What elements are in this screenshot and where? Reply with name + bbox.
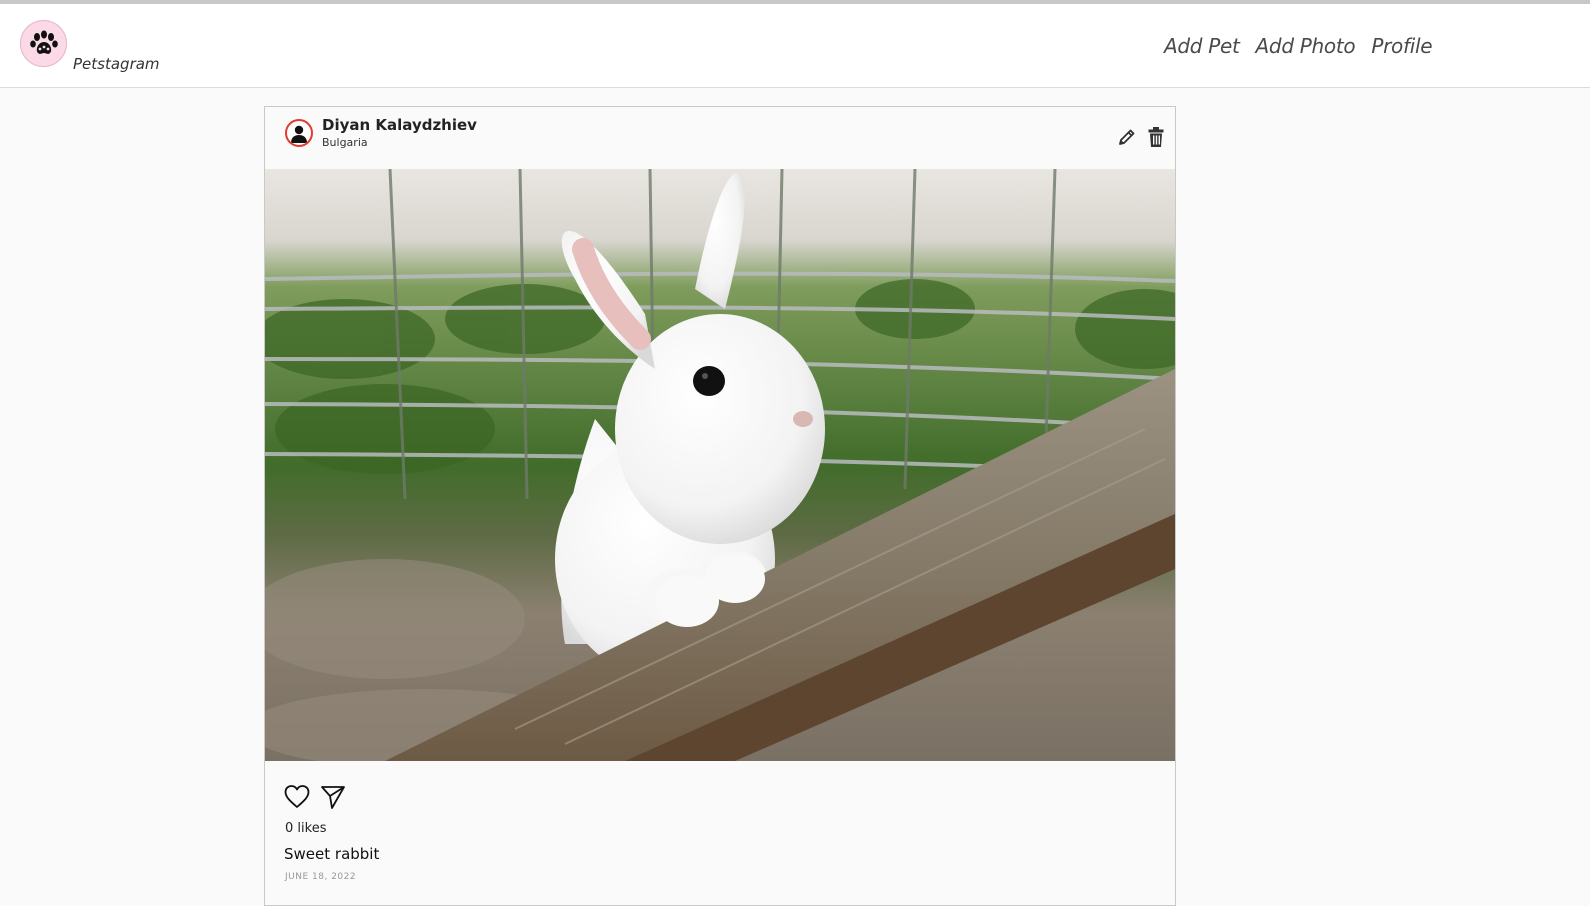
post-caption: Sweet rabbit	[284, 845, 380, 863]
nav-profile[interactable]: Profile	[1371, 34, 1432, 58]
post-location: Bulgaria	[322, 136, 368, 149]
post-username[interactable]: Diyan Kalaydzhiev	[322, 116, 477, 134]
post-photo[interactable]	[265, 169, 1175, 761]
post-actions	[284, 784, 346, 810]
logo[interactable]	[20, 20, 67, 67]
rabbit-photo	[265, 169, 1175, 761]
nav-add-pet[interactable]: Add Pet	[1164, 34, 1240, 58]
avatar[interactable]	[285, 119, 313, 147]
brand-name[interactable]: Petstagram	[73, 55, 160, 73]
pencil-icon	[1119, 129, 1135, 145]
post-header: Diyan Kalaydzhiev Bulgaria	[265, 107, 1175, 170]
send-icon[interactable]	[320, 784, 346, 810]
likes-count[interactable]: 0 likes	[285, 821, 326, 836]
delete-button[interactable]	[1147, 126, 1165, 148]
heart-icon[interactable]	[284, 784, 310, 810]
post-card: Diyan Kalaydzhiev Bulgaria 0 likes Sweet…	[264, 106, 1176, 906]
trash-icon	[1148, 127, 1164, 147]
user-icon	[291, 125, 307, 143]
post-date: JUNE 18, 2022	[285, 872, 357, 882]
nav-add-photo[interactable]: Add Photo	[1256, 34, 1356, 58]
navbar: Petstagram Add Pet Add Photo Profile	[0, 4, 1590, 88]
nav-links: Add Pet Add Photo Profile	[1164, 34, 1433, 58]
edit-button[interactable]	[1117, 127, 1137, 147]
paw-icon	[29, 30, 58, 54]
